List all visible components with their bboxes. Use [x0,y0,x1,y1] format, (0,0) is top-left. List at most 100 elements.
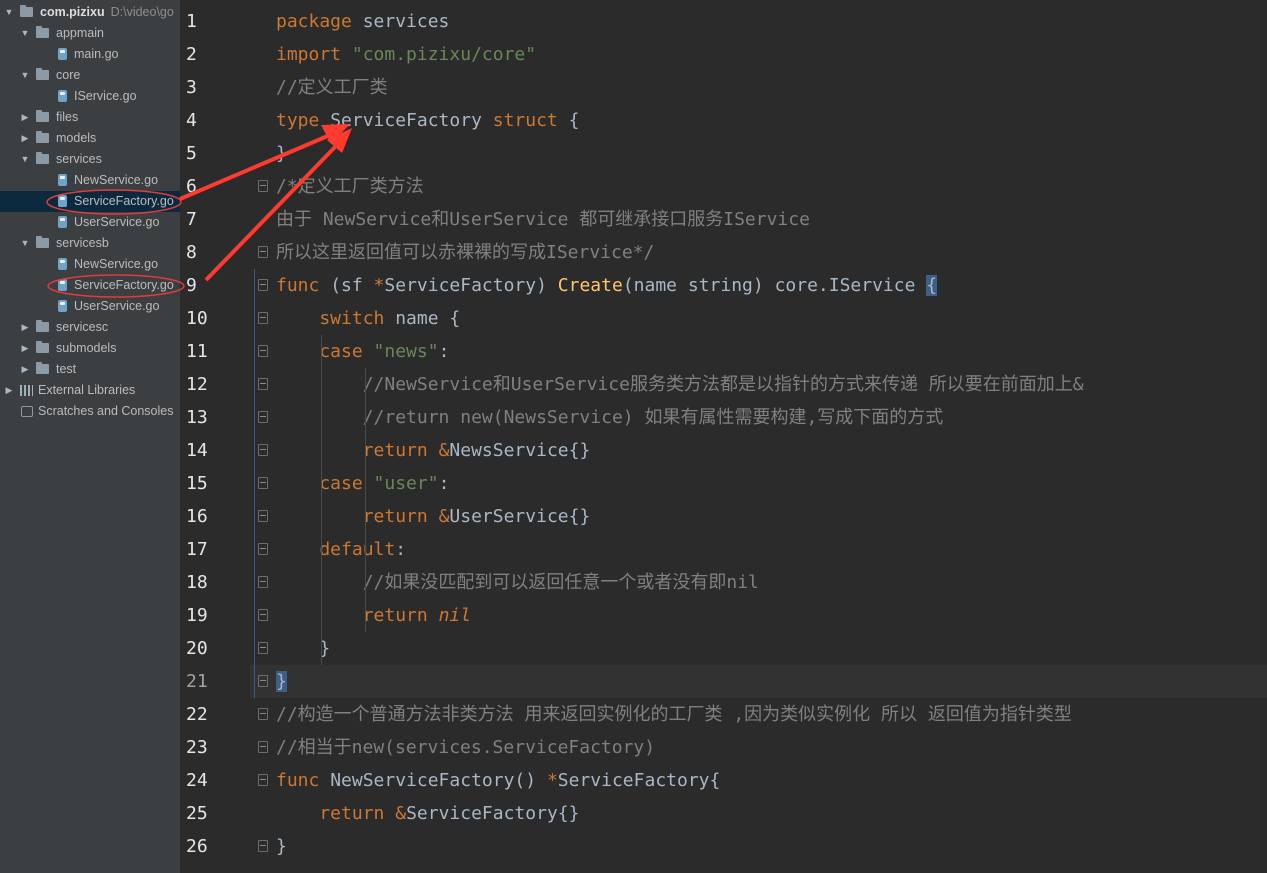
code-line[interactable]: } [250,830,1267,863]
code-line[interactable]: /*定义工厂类方法 [250,170,1267,203]
fold-marker-icon[interactable] [258,840,268,852]
tree-item-external-libraries[interactable]: ▶ External Libraries [0,380,180,401]
fold-marker-icon[interactable] [258,708,268,720]
tree-item-main-go[interactable]: main.go [0,44,180,65]
code-line[interactable]: //构造一个普通方法非类方法 用来返回实例化的工厂类 ,因为类似实例化 所以 返… [250,698,1267,731]
code-token: //NewService和UserService服务类方法都是以指针的方式来传递… [276,374,1084,395]
code-line[interactable]: default: [250,533,1267,566]
tree-item-core[interactable]: ▼ core [0,65,180,86]
collapse-arrow-icon[interactable]: ▶ [4,380,14,401]
code-line-content: return nil [276,599,471,632]
line-number: 10 [186,308,208,329]
fold-marker-icon[interactable] [258,444,268,456]
code-line-content: } [276,632,330,665]
expand-arrow-icon[interactable]: ▼ [20,23,30,44]
code-line[interactable]: type ServiceFactory struct { [250,104,1267,137]
collapse-arrow-icon[interactable]: ▶ [20,317,30,338]
fold-marker-icon[interactable] [258,279,268,291]
fold-marker-icon[interactable] [258,246,268,258]
fold-marker-icon[interactable] [258,180,268,192]
collapse-arrow-icon[interactable]: ▶ [20,128,30,149]
tree-item-scratches-and-consoles[interactable]: Scratches and Consoles [0,401,180,422]
collapse-arrow-icon[interactable]: ▶ [20,338,30,359]
tree-item-submodels[interactable]: ▶ submodels [0,338,180,359]
tree-item-userservice-go[interactable]: UserService.go [0,212,180,233]
code-line[interactable]: func (sf *ServiceFactory) Create(name st… [250,269,1267,302]
tree-item-label: main.go [74,47,119,61]
line-number: 13 [186,407,208,428]
code-line[interactable]: //定义工厂类 [250,71,1267,104]
code-line[interactable]: return &UserService{} [250,500,1267,533]
project-path: D:\video\go [110,5,174,19]
fold-marker-icon[interactable] [258,774,268,786]
code-line[interactable]: 所以这里返回值可以赤裸裸的写成IService*/ [250,236,1267,269]
code-line[interactable]: //NewService和UserService服务类方法都是以指针的方式来传递… [250,368,1267,401]
line-number: 16 [186,506,208,527]
code-line[interactable]: } [250,665,1267,698]
tree-item-models[interactable]: ▶ models [0,128,180,149]
fold-marker-icon[interactable] [258,477,268,489]
folder-icon [20,5,33,17]
code-line[interactable]: return &ServiceFactory{} [250,797,1267,830]
fold-marker-icon[interactable] [258,741,268,753]
fold-marker-icon[interactable] [258,609,268,621]
code-line[interactable]: func NewServiceFactory() *ServiceFactory… [250,764,1267,797]
code-line[interactable]: return nil [250,599,1267,632]
tree-item-files[interactable]: ▶ files [0,107,180,128]
project-tree[interactable]: ▼ com.pizixu D:\video\go ▼ appmain main.go ▼ co… [0,0,180,873]
tree-item-services[interactable]: ▼ services [0,149,180,170]
fold-marker-icon[interactable] [258,312,268,324]
expand-arrow-icon[interactable]: ▼ [20,65,30,86]
fold-marker-icon[interactable] [258,675,268,687]
folder-icon [36,320,49,332]
tree-item-userservice-go[interactable]: UserService.go [0,296,180,317]
code-line[interactable]: case "user": [250,467,1267,500]
tree-item-appmain[interactable]: ▼ appmain [0,23,180,44]
fold-marker-icon[interactable] [258,378,268,390]
tree-item-servicesb[interactable]: ▼ servicesb [0,233,180,254]
fold-marker-icon[interactable] [258,345,268,357]
code-token: 由于 NewService和UserService 都可继承接口服务IServi… [276,209,810,230]
line-number: 15 [186,473,208,494]
line-number: 22 [186,704,208,725]
code-line-content: 由于 NewService和UserService 都可继承接口服务IServi… [276,203,810,236]
fold-marker-icon[interactable] [258,510,268,522]
expand-arrow-icon[interactable]: ▼ [20,149,30,170]
collapse-arrow-icon[interactable]: ▶ [20,107,30,128]
fold-marker-icon[interactable] [258,411,268,423]
fold-marker-icon[interactable] [258,543,268,555]
code-token: struct [492,110,569,131]
tree-item-servicefactory-go[interactable]: ServiceFactory.go [0,275,180,296]
code-line[interactable]: //return new(NewsService) 如果有属性需要构建,写成下面… [250,401,1267,434]
code-line[interactable]: } [250,632,1267,665]
tree-item-test[interactable]: ▶ test [0,359,180,380]
code-token: string [687,275,753,296]
code-line-content: } [276,137,287,170]
code-line[interactable]: import "com.pizixu/core" [250,38,1267,71]
code-editor[interactable]: package services import "com.pizixu/core"… [250,0,1267,873]
indent-guide [365,368,366,632]
tree-item-servicesc[interactable]: ▶ servicesc [0,317,180,338]
code-line[interactable]: package services [250,5,1267,38]
code-line[interactable]: } [250,137,1267,170]
code-token: (sf [330,275,374,296]
expand-arrow-icon[interactable]: ▼ [20,233,30,254]
tree-item-com-pizixu[interactable]: ▼ com.pizixu D:\video\go [0,2,180,23]
code-line[interactable]: 由于 NewService和UserService 都可继承接口服务IServi… [250,203,1267,236]
tree-item-servicefactory-go[interactable]: ServiceFactory.go [0,191,180,212]
code-line[interactable]: //相当于new(services.ServiceFactory) [250,731,1267,764]
expand-arrow-icon[interactable]: ▼ [4,2,14,23]
tree-item-newservice-go[interactable]: NewService.go [0,254,180,275]
tree-item-iservice-go[interactable]: IService.go [0,86,180,107]
code-line-content: return &ServiceFactory{} [276,797,579,830]
scratches-icon [21,406,33,417]
code-line[interactable]: case "news": [250,335,1267,368]
fold-marker-icon[interactable] [258,576,268,588]
libraries-icon [20,385,33,396]
code-line[interactable]: //如果没匹配到可以返回任意一个或者没有即nil [250,566,1267,599]
fold-marker-icon[interactable] [258,642,268,654]
collapse-arrow-icon[interactable]: ▶ [20,359,30,380]
code-line[interactable]: switch name { [250,302,1267,335]
code-line[interactable]: return &NewsService{} [250,434,1267,467]
tree-item-newservice-go[interactable]: NewService.go [0,170,180,191]
